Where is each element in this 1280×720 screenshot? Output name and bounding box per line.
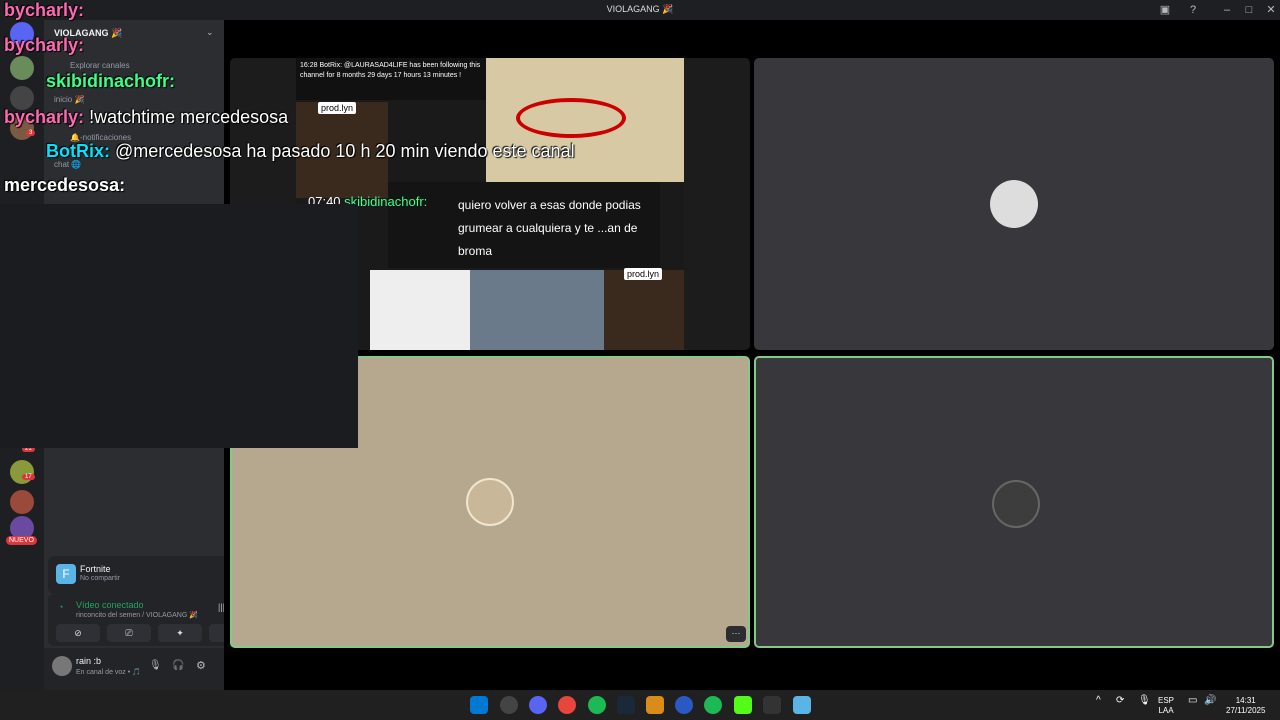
- clock-time: 14:31: [1235, 696, 1256, 705]
- close-icon[interactable]: ✕: [1264, 3, 1278, 17]
- channel-inicio[interactable]: inicio 🎉: [54, 95, 84, 104]
- activity-subtitle: No compartir: [80, 575, 121, 582]
- server-icon[interactable]: [10, 56, 34, 80]
- chrome-icon[interactable]: [558, 696, 576, 714]
- avatar: [992, 480, 1040, 528]
- spotify-icon[interactable]: [704, 696, 722, 714]
- mention-badge: 3: [26, 130, 36, 136]
- volume-icon[interactable]: 🔊: [1204, 696, 1216, 706]
- signal-icon[interactable]: ◔: [58, 602, 63, 612]
- meme-image: [370, 270, 470, 350]
- chevron-down-icon[interactable]: ⌄: [206, 27, 214, 38]
- avatar: [466, 478, 514, 526]
- app-icon[interactable]: [646, 696, 664, 714]
- headphones-icon[interactable]: 🎧: [172, 660, 184, 671]
- red-circle: [516, 98, 626, 138]
- chat-text: @mercedesosa ha pasado 10 h 20 min viend…: [115, 141, 575, 161]
- language-code: ESP: [1158, 696, 1175, 705]
- username[interactable]: rain :b: [76, 656, 101, 666]
- clock-date: 27/11/2025: [1226, 706, 1266, 715]
- meme-image: [470, 270, 604, 350]
- participant-tile-speaking[interactable]: [754, 356, 1274, 648]
- activities-button[interactable]: ✦: [158, 624, 202, 642]
- app-icon[interactable]: [500, 696, 518, 714]
- help-icon[interactable]: ?: [1186, 3, 1200, 17]
- network-icon[interactable]: ▭: [1188, 696, 1197, 706]
- user-status: En canal de voz • 🎵: [76, 669, 141, 676]
- kick-icon[interactable]: [734, 696, 752, 714]
- activity-title: Fortnite: [80, 564, 111, 574]
- epic-games-icon[interactable]: [763, 696, 781, 714]
- chat-user: BotRix:: [46, 141, 110, 161]
- chat-line: bycharly:: [4, 35, 84, 56]
- chat-user: bycharly:: [4, 0, 85, 20]
- chat-line: mercedesosa:: [4, 175, 125, 196]
- taskbar: ^ ⟳ 🎙 ESP LAA ▭ 🔊 14:31 27/11/2025: [0, 690, 1280, 720]
- maximize-icon[interactable]: □: [1242, 3, 1256, 17]
- chat-user: bycharly:: [4, 107, 85, 127]
- user-panel: rain :b En canal de voz • 🎵 🎙 🎧 ⚙: [44, 648, 224, 690]
- fortnite-icon: F: [56, 564, 76, 584]
- chat-message-box: 07:40 skibidinachofr: quiero volver a es…: [308, 182, 660, 268]
- participant-tile[interactable]: [754, 58, 1274, 350]
- window-title: VIOLAGANG 🎉: [606, 4, 674, 14]
- voice-status[interactable]: Vídeo conectado: [76, 600, 144, 610]
- voice-channel[interactable]: rinconcito del semen / VIOLAGANG 🎉: [76, 611, 198, 619]
- chat-line: skibidinachofr:: [46, 71, 175, 92]
- spotify-icon[interactable]: [588, 696, 606, 714]
- meme-image: [604, 270, 684, 350]
- new-badge: NUEVO: [6, 536, 37, 545]
- microphone-icon[interactable]: 🎙: [1138, 696, 1151, 706]
- steam-icon[interactable]: [617, 696, 635, 714]
- gear-icon[interactable]: ⚙: [196, 659, 206, 672]
- mention-badge: 17: [22, 474, 35, 480]
- avatar[interactable]: [52, 656, 72, 676]
- fortnite-icon[interactable]: [793, 696, 811, 714]
- chat-line: bycharly: !watchtime mercedesosa: [4, 107, 288, 128]
- language-indicator[interactable]: ESP LAA: [1158, 696, 1174, 716]
- chat-user: skibidinachofr:: [46, 71, 176, 91]
- camera-off-button[interactable]: ⊘: [56, 624, 100, 642]
- server-icon[interactable]: [10, 460, 34, 484]
- message-text: quiero volver a esas donde podias grumea…: [458, 198, 641, 258]
- app-icon[interactable]: [675, 696, 693, 714]
- explore-channels[interactable]: Explorar canales: [70, 61, 130, 70]
- minimize-icon[interactable]: –: [1220, 3, 1234, 17]
- chat-user: bycharly:: [4, 35, 85, 55]
- server-icon[interactable]: [10, 490, 34, 514]
- discord-icon[interactable]: [529, 696, 547, 714]
- chevron-up-icon[interactable]: ^: [1096, 696, 1101, 706]
- share-screen-button[interactable]: ⎚: [107, 624, 151, 642]
- windows-start-icon[interactable]: [470, 696, 488, 714]
- clock[interactable]: 14:31 27/11/2025: [1226, 696, 1265, 716]
- avatar: [990, 180, 1038, 228]
- chat-user: mercedesosa:: [4, 175, 126, 195]
- watermark-label: prod.lyn: [318, 102, 357, 114]
- chat-line: bycharly:: [4, 0, 84, 21]
- watermark-label: prod.lyn: [624, 268, 663, 280]
- chat-text: !watchtime mercedesosa: [89, 107, 289, 127]
- webcam-overlay: [0, 204, 358, 448]
- more-options-icon[interactable]: ⋯: [726, 626, 746, 642]
- chat-line: BotRix: @mercedesosa ha pasado 10 h 20 m…: [46, 141, 575, 162]
- microphone-icon[interactable]: 🎙: [149, 660, 162, 671]
- inbox-icon[interactable]: ▣: [1158, 3, 1172, 17]
- sync-icon[interactable]: ⟳: [1116, 696, 1124, 706]
- title-bar: VIOLAGANG 🎉 ▣ ? – □ ✕: [0, 0, 1280, 20]
- stream-chat-message: 16:28 BotRix: @LAURASAD4LIFE has been fo…: [296, 58, 486, 100]
- layout-code: LAA: [1158, 706, 1174, 715]
